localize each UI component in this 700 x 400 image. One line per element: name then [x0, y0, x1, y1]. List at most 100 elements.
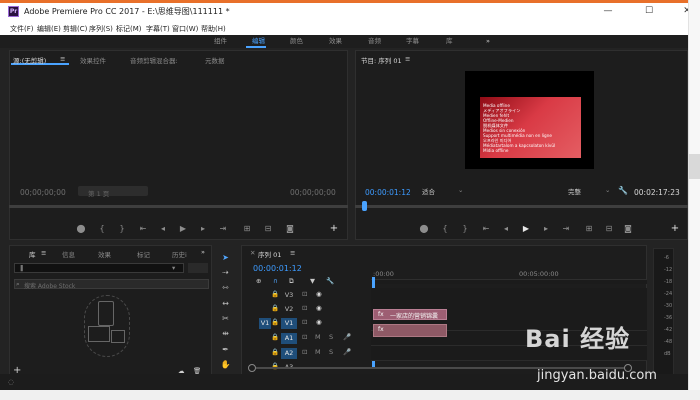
track-label[interactable]: V1 [281, 318, 297, 329]
program-play-icon[interactable]: ▶ [520, 224, 532, 233]
program-quality-dropdown[interactable]: 完整 ⌄ [568, 186, 613, 196]
source-mark-out-icon[interactable]: } [116, 224, 128, 233]
markers-tab[interactable]: 标记 [137, 249, 150, 259]
eye-icon[interactable]: ◉ [316, 290, 322, 298]
track-label[interactable]: V2 [281, 304, 297, 315]
rate-stretch-tool-icon[interactable]: ↔ [218, 296, 233, 311]
library-more-icon[interactable]: » [201, 248, 205, 256]
microphone-icon[interactable]: 🎤 [343, 333, 351, 341]
workspace-tab-audio[interactable]: 音频 [368, 35, 381, 48]
scrollbar-thumb[interactable] [689, 154, 700, 179]
sync-lock-icon[interactable]: ⊡ [302, 348, 307, 356]
workspace-more-icon[interactable]: » [486, 35, 490, 48]
microphone-icon[interactable]: 🎤 [343, 348, 351, 356]
library-tab[interactable]: 库 [29, 249, 36, 259]
source-marker-icon[interactable]: ⬤ [75, 224, 87, 233]
menu-window[interactable]: 窗口(W) [172, 23, 198, 35]
menu-sequence[interactable]: 序列(S) [89, 23, 113, 35]
lock-icon[interactable]: 🔒 [271, 318, 279, 326]
timeline-ruler[interactable] [371, 279, 647, 284]
program-extract-icon[interactable]: ⊟ [603, 224, 615, 233]
source-export-frame-icon[interactable]: ◙ [284, 224, 296, 233]
magnet-icon[interactable]: ∩ [273, 277, 278, 285]
timeline-tab[interactable]: 序列 01 [258, 249, 281, 259]
audio-clip-mixer-tab[interactable]: 音频剪辑混合器: [130, 55, 178, 65]
program-lift-icon[interactable]: ⊞ [583, 224, 595, 233]
menu-title[interactable]: 字幕(T) [146, 23, 170, 35]
workspace-tab-libraries[interactable]: 库 [446, 35, 453, 48]
lock-icon[interactable]: 🔒 [271, 304, 279, 312]
program-step-forward-icon[interactable]: ▸ [540, 224, 552, 233]
menu-marker[interactable]: 标记(M) [116, 23, 142, 35]
workspace-tab-assembly[interactable]: 组件 [214, 35, 227, 48]
program-timecode[interactable]: 00:00:01:12 [365, 188, 411, 197]
program-go-to-out-icon[interactable]: ⇥ [560, 224, 572, 233]
menu-clip[interactable]: 剪辑(C) [63, 23, 87, 35]
menu-edit[interactable]: 编辑(E) [37, 23, 61, 35]
razor-tool-icon[interactable]: ✂ [218, 311, 233, 326]
pen-tool-icon[interactable]: ✒ [218, 342, 233, 357]
timeline-settings-icon[interactable]: 🔧 [326, 277, 334, 285]
audio-clip[interactable]: fx [373, 324, 447, 337]
workspace-tab-effects[interactable]: 效果 [329, 35, 342, 48]
info-tab[interactable]: 信息 [62, 249, 75, 259]
timeline-timecode[interactable]: 00:00:01:12 [253, 264, 302, 273]
maximize-icon[interactable]: ☐ [642, 5, 656, 17]
lock-icon[interactable]: 🔒 [271, 333, 279, 341]
program-tab-menu-icon[interactable]: ≡ [405, 55, 410, 63]
program-playhead[interactable] [362, 201, 367, 211]
selection-tool-icon[interactable]: ➤ [218, 250, 233, 265]
source-scrub-bar[interactable] [9, 205, 348, 208]
track-label[interactable]: A1 [281, 333, 297, 344]
source-add-button[interactable]: + [328, 223, 340, 234]
program-go-to-in-icon[interactable]: ⇤ [480, 224, 492, 233]
program-add-button[interactable]: + [669, 223, 681, 234]
linked-selection-icon[interactable]: ⧉ [289, 277, 294, 286]
solo-button[interactable]: S [329, 333, 333, 341]
eye-icon[interactable]: ◉ [316, 304, 322, 312]
metadata-tab[interactable]: 元数据 [205, 55, 225, 65]
source-tab[interactable]: 源:(无剪辑) [13, 55, 46, 65]
source-play-icon[interactable]: ▶ [177, 224, 189, 233]
lock-icon[interactable]: 🔒 [271, 290, 279, 298]
source-go-to-out-icon[interactable]: ⇥ [217, 224, 229, 233]
add-marker-icon[interactable]: ▼ [310, 277, 315, 285]
workspace-tab-titles[interactable]: 字幕 [406, 35, 419, 48]
track-select-tool-icon[interactable]: ⇢ [218, 265, 233, 280]
library-view-toggle[interactable] [188, 263, 208, 273]
sync-lock-icon[interactable]: ⊡ [302, 304, 307, 312]
snap-icon[interactable]: ⊕ [256, 277, 261, 285]
minimize-icon[interactable]: — [601, 5, 615, 17]
source-step-forward-icon[interactable]: ▸ [197, 224, 209, 233]
track-area-v3[interactable] [371, 288, 647, 303]
wrench-icon[interactable]: 🔧 [617, 186, 629, 195]
source-mark-in-icon[interactable]: { [96, 224, 108, 233]
sync-lock-icon[interactable]: ⊡ [302, 318, 307, 326]
program-step-back-icon[interactable]: ◂ [500, 224, 512, 233]
library-tab-menu-icon[interactable]: ≡ [41, 249, 46, 257]
menu-file[interactable]: 文件(F) [10, 23, 34, 35]
page-scrollbar[interactable] [688, 0, 700, 390]
solo-button[interactable]: S [329, 348, 333, 356]
sync-lock-icon[interactable]: ⊡ [302, 333, 307, 341]
source-go-to-in-icon[interactable]: ⇤ [137, 224, 149, 233]
source-step-back-icon[interactable]: ◂ [157, 224, 169, 233]
program-mark-out-icon[interactable]: } [459, 224, 471, 233]
source-tab-menu-icon[interactable]: ≡ [60, 55, 65, 63]
source-insert-icon[interactable]: ⊞ [241, 224, 253, 233]
lock-icon[interactable]: 🔒 [271, 348, 279, 356]
timeline-tab-menu-icon[interactable]: ≡ [290, 249, 295, 257]
menu-help[interactable]: 帮助(H) [201, 23, 226, 35]
eye-icon[interactable]: ◉ [316, 318, 322, 326]
effects-tab[interactable]: 效果 [98, 249, 111, 259]
library-selector[interactable] [14, 263, 184, 273]
program-marker-icon[interactable]: ⬤ [418, 224, 430, 233]
history-tab[interactable]: 历史i [172, 249, 187, 259]
video-clip[interactable]: fx 一家店的营销锦囊 [373, 309, 447, 320]
ripple-edit-tool-icon[interactable]: ⇿ [218, 280, 233, 295]
zoom-handle-left[interactable] [248, 364, 256, 372]
program-scrub-bar[interactable] [355, 205, 688, 208]
source-overwrite-icon[interactable]: ⊟ [262, 224, 274, 233]
track-label[interactable]: A2 [281, 348, 297, 359]
program-mark-in-icon[interactable]: { [439, 224, 451, 233]
